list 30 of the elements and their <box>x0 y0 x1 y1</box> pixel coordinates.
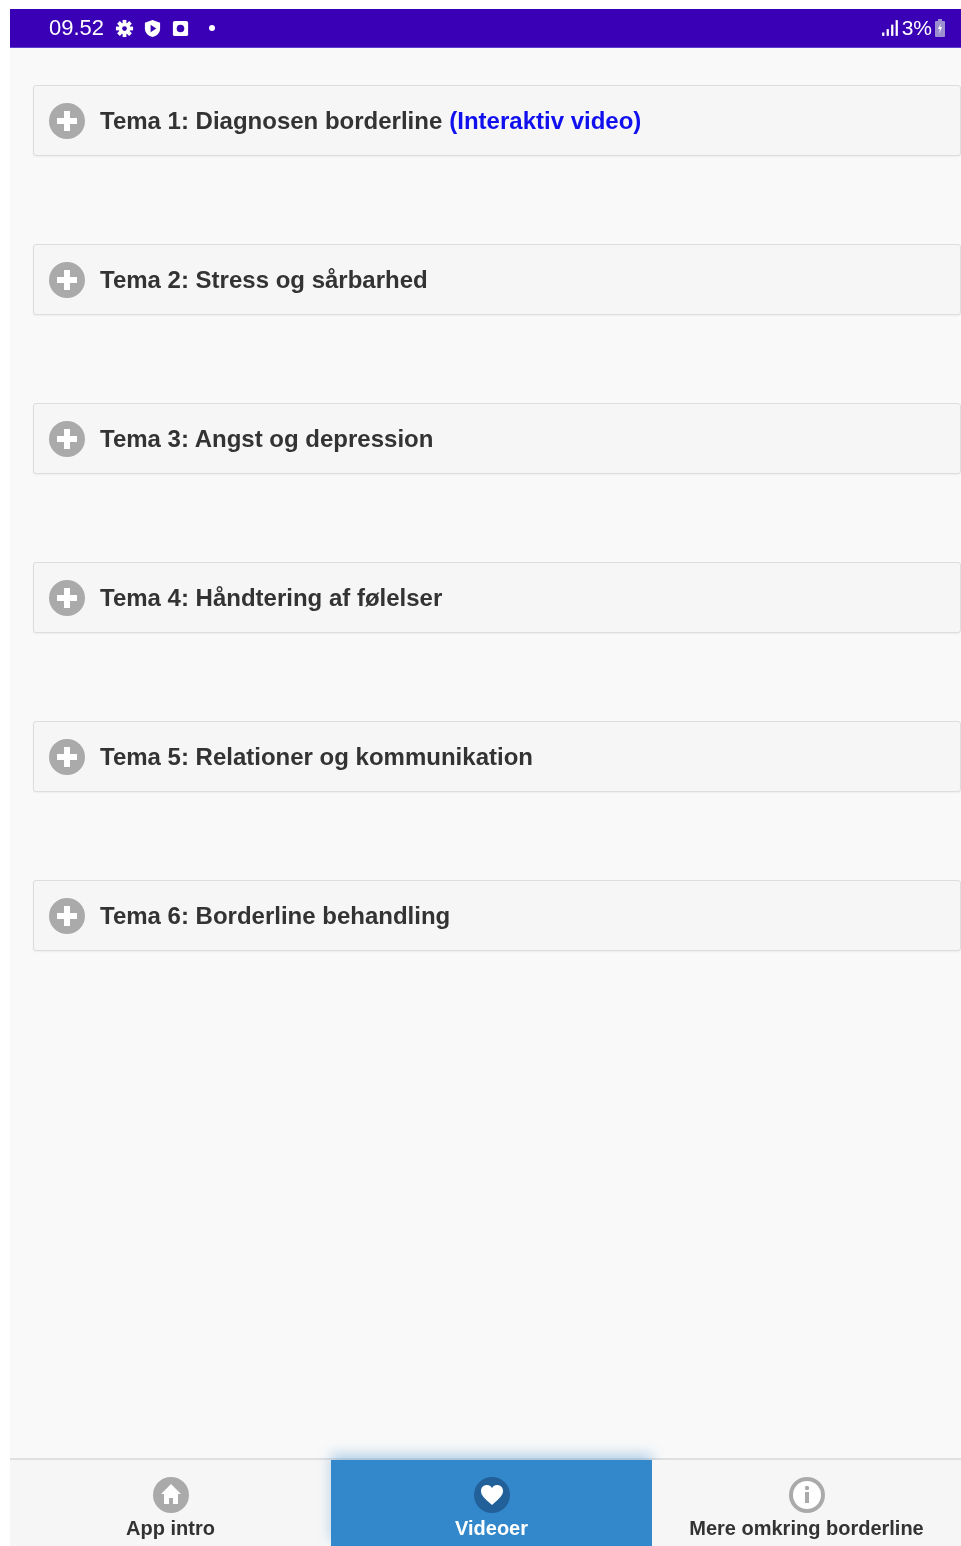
topic-title: Tema 5: Relationer og kommunikation <box>100 742 533 771</box>
plus-icon <box>49 261 85 298</box>
topic-title: Tema 2: Stress og sårbarhed <box>100 265 428 294</box>
plus-icon <box>49 579 85 616</box>
info-icon <box>788 1476 825 1513</box>
plus-icon <box>49 420 85 457</box>
topic-title: Tema 3: Angst og depression <box>100 424 434 453</box>
video-link[interactable]: (Interaktiv video) <box>449 106 642 135</box>
accordion-header[interactable]: Tema 1: Diagnosen borderline (Interaktiv video) <box>33 85 961 156</box>
battery-icon <box>935 19 945 37</box>
nav-tab[interactable]: Videoer <box>331 1460 652 1546</box>
signal-icon <box>880 19 899 37</box>
battery-level: 3% <box>901 16 932 40</box>
plus-icon <box>49 897 85 934</box>
screen-icon <box>171 18 191 38</box>
accordion-header[interactable]: Tema 6: Borderline behandling <box>33 880 961 951</box>
topic-title: Tema 1: Diagnosen borderline <box>100 106 443 135</box>
topic-title: Tema 4: Håndtering af følelser <box>100 583 443 612</box>
accordion-header[interactable]: Tema 5: Relationer og kommunikation <box>33 721 961 792</box>
accordion-header[interactable]: Tema 4: Håndtering af følelser <box>33 562 961 633</box>
status-time: 09.52 <box>49 15 105 41</box>
gear-icon <box>115 18 135 38</box>
topic-title: Tema 6: Borderline behandling <box>100 901 451 930</box>
accordion-header[interactable]: Tema 3: Angst og depression <box>33 403 961 474</box>
shield-icon <box>143 18 163 38</box>
notification-dot <box>209 25 216 31</box>
accordion-header[interactable]: Tema 2: Stress og sårbarhed <box>33 244 961 315</box>
home-icon <box>152 1476 189 1513</box>
plus-icon <box>49 102 85 139</box>
plus-icon <box>49 738 85 775</box>
